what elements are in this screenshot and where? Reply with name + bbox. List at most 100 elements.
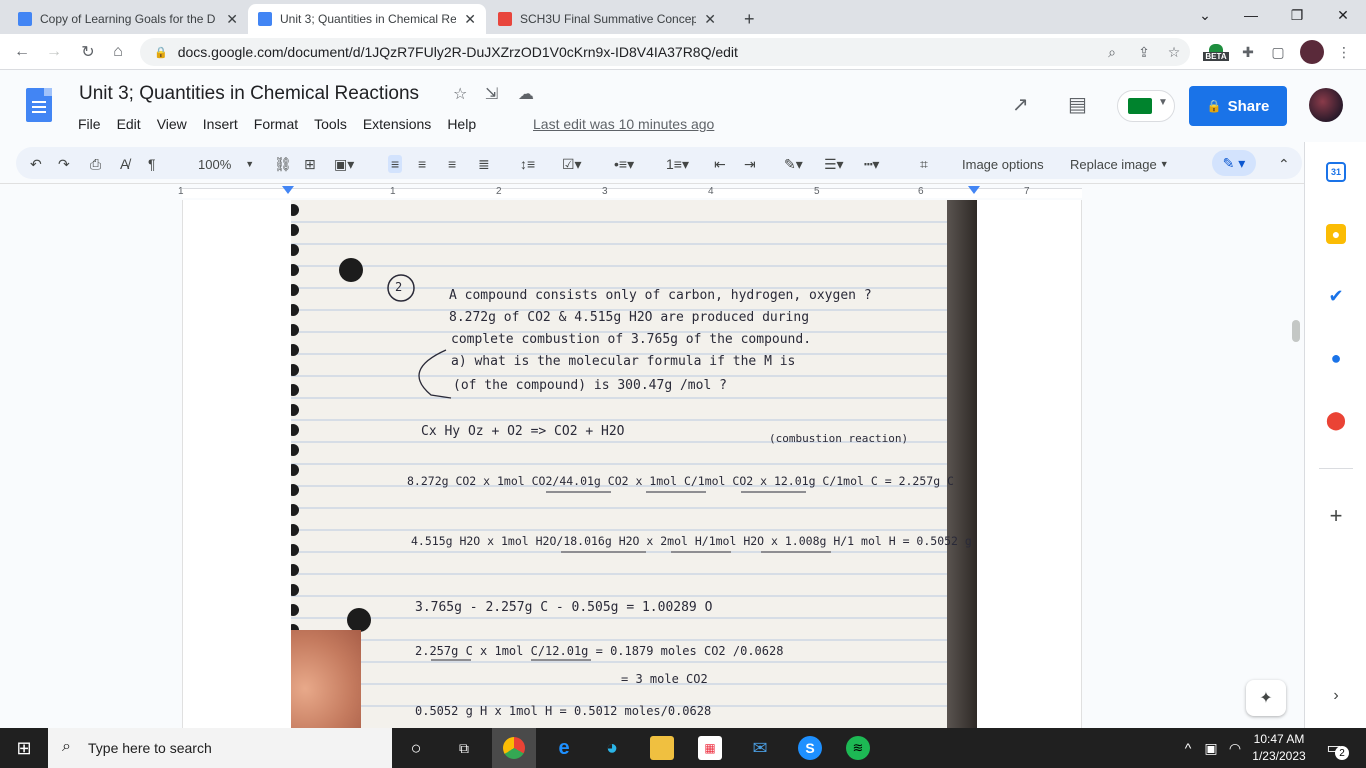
reload-icon[interactable]: ↻ xyxy=(76,40,100,64)
explore-sparkle-icon[interactable]: ✦ xyxy=(1246,680,1286,716)
chrome-taskbar-button[interactable] xyxy=(492,728,536,768)
docs-logo-icon[interactable] xyxy=(26,88,52,122)
hide-menus-icon[interactable]: ⌃ xyxy=(1278,155,1290,173)
replace-image-button[interactable]: Replace image ▼ xyxy=(1070,155,1169,173)
address-bar[interactable]: 🔒 docs.google.com/document/d/1JQzR7FUly2… xyxy=(140,38,1190,66)
menu-file[interactable]: File xyxy=(78,116,101,132)
tray-app-icon[interactable]: ▣ xyxy=(1202,736,1220,760)
bulleted-list-icon[interactable]: •≡▾ xyxy=(614,155,634,173)
move-folder-icon[interactable]: ⇲ xyxy=(485,84,498,104)
menu-help[interactable]: Help xyxy=(447,116,476,132)
file-explorer-icon[interactable] xyxy=(650,736,674,760)
back-arrow-icon[interactable]: ← xyxy=(10,40,34,64)
zoom-select[interactable]: 100% ▼ xyxy=(198,155,254,173)
browser-menu-icon[interactable]: ⋮ xyxy=(1334,42,1354,62)
window-close-icon[interactable]: ✕ xyxy=(1320,0,1366,30)
decrease-indent-icon[interactable]: ⇤ xyxy=(714,155,726,173)
menu-format[interactable]: Format xyxy=(254,116,298,132)
menu-tools[interactable]: Tools xyxy=(314,116,347,132)
notebook-photo[interactable]: 2 A compound consists only of carbon, hy… xyxy=(291,200,977,728)
notification-center-icon[interactable]: ▭ 2 xyxy=(1322,736,1349,760)
beta-extension-icon[interactable]: BETA xyxy=(1202,42,1230,62)
editing-mode-button[interactable]: ✎ ▾ xyxy=(1212,150,1256,176)
border-weight-icon[interactable]: ☰▾ xyxy=(824,155,844,173)
calendar-icon[interactable]: 31 xyxy=(1326,162,1346,182)
comments-icon[interactable]: ▤ xyxy=(1068,92,1087,117)
close-tab-icon[interactable]: ✕ xyxy=(226,11,238,28)
windows-start-icon[interactable]: ⊞ xyxy=(12,736,36,760)
forward-arrow-icon[interactable]: → xyxy=(42,40,66,64)
align-left-icon[interactable]: ≡ xyxy=(388,155,403,173)
task-view-icon[interactable]: ⧉ xyxy=(452,736,476,760)
spellcheck-icon[interactable]: A̸ xyxy=(120,155,129,173)
insert-link-icon[interactable]: ⛓ xyxy=(274,155,292,173)
mail-icon[interactable]: ✉ xyxy=(748,736,772,760)
restore-icon[interactable]: ❐ xyxy=(1274,0,1320,30)
menu-extensions[interactable]: Extensions xyxy=(363,116,431,132)
align-center-icon[interactable]: ≡ xyxy=(418,155,426,173)
document-title[interactable]: Unit 3; Quantities in Chemical Reactions xyxy=(79,83,419,105)
microsoft-store-icon[interactable]: ▦ xyxy=(698,736,722,760)
numbered-list-icon[interactable]: 1≡▾ xyxy=(666,155,689,173)
close-tab-icon[interactable]: ✕ xyxy=(464,11,476,28)
add-comment-icon[interactable]: ⊞ xyxy=(304,155,316,173)
browser-tab-learning-goals[interactable]: Copy of Learning Goals for the D ✕ xyxy=(8,4,248,34)
justify-icon[interactable]: ≣ xyxy=(478,155,490,173)
paint-format-icon[interactable]: ¶ xyxy=(148,155,156,173)
last-edit-link[interactable]: Last edit was 10 minutes ago xyxy=(533,116,714,132)
wifi-icon[interactable]: ◠ xyxy=(1226,736,1244,760)
star-icon[interactable]: ☆ xyxy=(453,84,467,104)
new-tab-button[interactable]: + xyxy=(734,4,764,34)
left-indent-marker-icon[interactable] xyxy=(282,186,294,194)
redo-icon[interactable]: ↷ xyxy=(58,155,70,173)
undo-icon[interactable]: ↶ xyxy=(30,155,42,173)
insert-image-icon[interactable]: ▣▾ xyxy=(334,155,354,173)
align-right-icon[interactable]: ≡ xyxy=(448,155,456,173)
print-icon[interactable]: ⎙ xyxy=(90,155,101,173)
windows-taskbar: ⊞ ⌕ Type here to search ○ ⧉ e ◕ ▦ ✉ S ≋ … xyxy=(0,728,1366,768)
share-button[interactable]: 🔒 Share xyxy=(1189,86,1287,126)
internet-explorer-icon[interactable]: e xyxy=(552,736,576,760)
profile-avatar[interactable] xyxy=(1300,40,1324,64)
minimize-icon[interactable]: — xyxy=(1228,0,1274,30)
border-color-icon[interactable]: ✎▾ xyxy=(784,155,803,173)
cortana-circle-icon[interactable]: ○ xyxy=(404,736,428,760)
close-tab-icon[interactable]: ✕ xyxy=(704,11,716,28)
contacts-icon[interactable]: ● xyxy=(1326,348,1346,368)
extensions-puzzle-icon[interactable]: ✚ xyxy=(1238,42,1258,62)
border-dash-icon[interactable]: ┅▾ xyxy=(864,155,879,173)
edge-icon[interactable]: ◕ xyxy=(600,736,624,760)
scrollbar-thumb[interactable] xyxy=(1292,320,1300,342)
line-spacing-icon[interactable]: ↕≡ xyxy=(520,155,535,173)
meet-button[interactable]: ▼ xyxy=(1117,90,1175,122)
tasks-icon[interactable]: ✔ xyxy=(1326,286,1346,306)
spotify-icon[interactable]: ≋ xyxy=(846,736,870,760)
menu-insert[interactable]: Insert xyxy=(203,116,238,132)
browser-tab-summative[interactable]: SCH3U Final Summative Concept ✕ xyxy=(488,4,726,34)
account-avatar[interactable] xyxy=(1309,88,1343,122)
checklist-icon[interactable]: ☑▾ xyxy=(562,155,582,173)
side-panel-icon[interactable]: ▢ xyxy=(1268,42,1288,62)
taskbar-search-box[interactable]: ⌕ Type here to search xyxy=(48,728,392,768)
browser-tab-unit3[interactable]: Unit 3; Quantities in Chemical Re ✕ xyxy=(248,4,486,34)
skype-icon[interactable]: S xyxy=(798,736,822,760)
right-indent-marker-icon[interactable] xyxy=(968,186,980,194)
get-addons-plus-icon[interactable]: + xyxy=(1326,503,1346,528)
taskbar-clock[interactable]: 10:47 AM 1/23/2023 xyxy=(1248,731,1310,765)
menu-view[interactable]: View xyxy=(157,116,187,132)
tab-search-chevron-icon[interactable]: ⌄ xyxy=(1182,0,1228,30)
home-icon[interactable]: ⌂ xyxy=(106,40,130,64)
increase-indent-icon[interactable]: ⇥ xyxy=(744,155,756,173)
menu-edit[interactable]: Edit xyxy=(117,116,141,132)
crop-icon[interactable]: ⌗ xyxy=(920,155,928,173)
maps-icon[interactable]: ⬤ xyxy=(1326,410,1346,430)
tray-chevron-icon[interactable]: ^ xyxy=(1180,736,1196,760)
show-side-panel-chevron-icon[interactable]: › xyxy=(1326,686,1346,706)
image-options-button[interactable]: Image options xyxy=(962,155,1044,173)
bookmark-star-icon[interactable]: ☆ xyxy=(1164,42,1184,62)
zoom-icon[interactable]: ⌕ xyxy=(1102,42,1122,62)
cloud-saved-icon[interactable]: ☁ xyxy=(518,84,534,104)
keep-icon[interactable]: ● xyxy=(1326,224,1346,244)
activity-trend-icon[interactable]: ↗ xyxy=(1012,92,1029,117)
share-page-icon[interactable]: ⇪ xyxy=(1134,42,1154,62)
